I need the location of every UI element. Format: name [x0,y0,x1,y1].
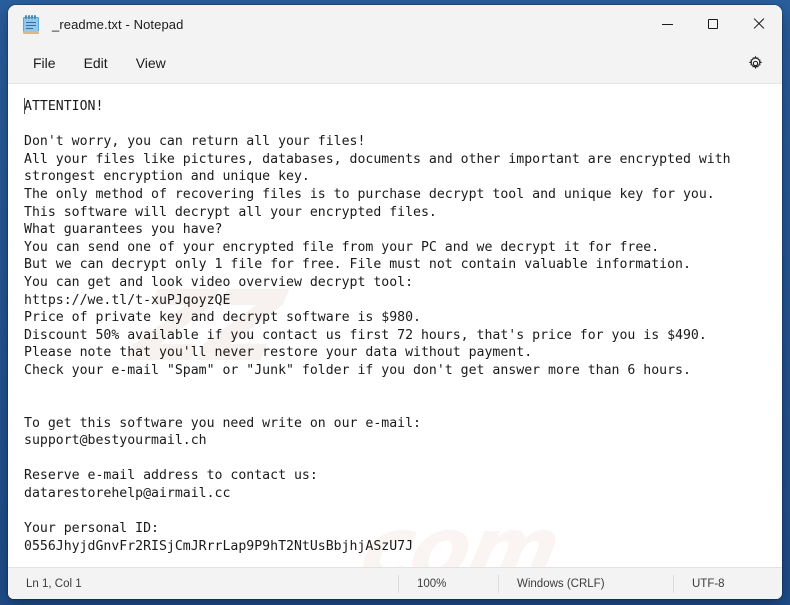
menu-edit[interactable]: Edit [73,50,119,76]
title-bar: _readme.txt - Notepad [8,5,782,43]
status-zoom-level[interactable]: 100% [398,574,498,593]
title-bar-left: _readme.txt - Notepad [8,14,644,34]
maximize-button[interactable] [690,5,736,43]
text-caret [24,98,25,114]
desktop-background: _readme.txt - Notepad File Edit View zz … [0,0,790,605]
menu-bar: File Edit View [8,43,782,83]
settings-button[interactable] [740,49,770,77]
maximize-icon [708,19,718,29]
minimize-button[interactable] [644,5,690,43]
window-controls [644,5,782,43]
notepad-icon [22,14,40,34]
status-encoding[interactable]: UTF-8 [673,574,739,593]
minimize-icon [661,23,673,25]
gear-icon [748,55,762,69]
notepad-window: _readme.txt - Notepad File Edit View zz … [8,5,782,599]
menu-view[interactable]: View [125,50,177,76]
window-title: _readme.txt - Notepad [52,16,184,32]
status-line-ending[interactable]: Windows (CRLF) [498,574,673,593]
close-icon [753,18,765,30]
text-editor[interactable]: zz com ATTENTION! Don't worry, you can r… [8,83,782,567]
close-button[interactable] [736,5,782,43]
status-bar: Ln 1, Col 1 100% Windows (CRLF) UTF-8 [8,567,782,599]
status-cursor-position: Ln 1, Col 1 [26,577,82,590]
menu-file[interactable]: File [22,50,67,76]
document-text[interactable]: ATTENTION! Don't worry, you can return a… [8,84,782,555]
